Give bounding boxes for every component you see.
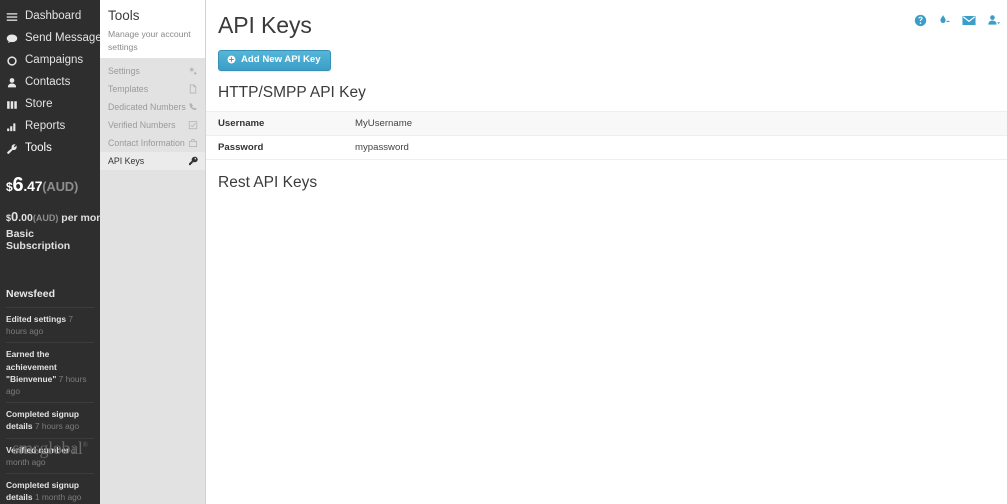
- sidebar-item-label: Send Message: [25, 32, 102, 45]
- primary-nav: Dashboard Send Message Campaigns Contact…: [0, 0, 102, 160]
- newsfeed-item-time: 7 hours ago: [34, 421, 80, 432]
- check-square-icon: [188, 120, 198, 130]
- tools-subpanel: Tools Manage your account settings Setti…: [100, 0, 206, 504]
- columns-icon: [6, 99, 18, 111]
- subpanel-item-label: Verified Numbers: [108, 120, 176, 130]
- subpanel-header: Tools Manage your account settings: [100, 0, 205, 58]
- subpanel-item-contact-information[interactable]: Contact Information: [100, 134, 205, 152]
- subpanel-item-label: Templates: [108, 84, 149, 94]
- subpanel-description: Manage your account settings: [108, 29, 191, 52]
- newsfeed-item-text: Edited settings: [6, 314, 67, 324]
- sidebar-item-label: Dashboard: [25, 10, 82, 23]
- sidebar-item-tools[interactable]: Tools: [0, 138, 100, 160]
- newsfeed-item: Edited settings 7 hours ago: [6, 307, 94, 342]
- credential-value: MyUsername: [355, 117, 413, 129]
- http-smpp-section-title: HTTP/SMPP API Key: [218, 83, 366, 101]
- droplet-icon[interactable]: [938, 14, 951, 27]
- subscription-cost: $0.00(AUD) per month: [6, 209, 113, 224]
- phone-icon: [188, 102, 198, 112]
- top-icon-bar: [914, 14, 1001, 27]
- subpanel-item-label: Settings: [108, 66, 140, 76]
- sidebar-item-label: Store: [25, 98, 53, 111]
- account-balance-block: $6.47(AUD) $0.00(AUD) per month Basic Su…: [0, 160, 113, 252]
- sidebar-item-campaigns[interactable]: Campaigns: [0, 50, 100, 72]
- subpanel-title: Tools: [108, 8, 140, 23]
- subpanel-item-label: Dedicated Numbers: [108, 102, 186, 112]
- newsfeed-item: Completed signup details 7 hours ago: [6, 402, 94, 437]
- subscription-plan-name: Basic Subscription: [6, 228, 71, 252]
- gears-icon: [188, 66, 198, 76]
- subpanel-item-label: Contact Information: [108, 138, 185, 148]
- rest-api-keys-section-title: Rest API Keys: [218, 173, 318, 191]
- subpanel-menu: Settings Templates Dedicated Numbers Ver…: [100, 58, 205, 170]
- plus-circle-icon: [227, 55, 236, 64]
- subpanel-item-dedicated-numbers[interactable]: Dedicated Numbers: [100, 98, 205, 116]
- app-root: Dashboard Send Message Campaigns Contact…: [0, 0, 1007, 504]
- credentials-table: Username MyUsername Password mypassword: [206, 111, 1007, 160]
- account-balance: $6.47(AUD): [6, 174, 94, 197]
- envelope-icon[interactable]: [962, 14, 976, 27]
- sidebar-item-label: Contacts: [25, 76, 71, 89]
- sidebar-item-label: Reports: [25, 120, 66, 133]
- briefcase-icon: [188, 138, 198, 148]
- help-icon[interactable]: [914, 14, 927, 27]
- table-row: Username MyUsername: [206, 111, 1007, 136]
- balance-whole: 6: [12, 174, 24, 196]
- circle-icon: [6, 55, 18, 67]
- subpanel-item-api-keys[interactable]: API Keys: [100, 152, 205, 170]
- newsfeed-item: Earned the achievement "Bienvenue" 7 hou…: [6, 342, 94, 402]
- comment-icon: [6, 33, 18, 45]
- sidebar-item-label: Campaigns: [25, 54, 84, 67]
- balance-currency-code: (AUD): [42, 179, 79, 194]
- user-icon: [6, 77, 18, 89]
- sidebar-item-dashboard[interactable]: Dashboard: [0, 6, 100, 28]
- balance-cents: .47: [23, 178, 43, 194]
- key-icon: [188, 156, 198, 166]
- page-title: API Keys: [218, 12, 312, 38]
- smsglobal-logo: smsglobal®: [0, 438, 100, 459]
- newsfeed: Newsfeed Edited settings 7 hours ago Ear…: [0, 288, 100, 504]
- subpanel-item-settings[interactable]: Settings: [100, 62, 205, 80]
- bar-chart-icon: [6, 121, 18, 133]
- sidebar-item-label: Tools: [25, 142, 52, 155]
- sidebar-item-send-message[interactable]: Send Message: [0, 28, 102, 50]
- subpanel-item-label: API Keys: [108, 156, 145, 166]
- sidebar-item-reports[interactable]: Reports: [0, 116, 100, 138]
- subpanel-item-templates[interactable]: Templates: [100, 80, 205, 98]
- user-menu-icon[interactable]: [987, 14, 1001, 27]
- subscription-cents: .00: [18, 212, 33, 224]
- newsfeed-item-time: 1 month ago: [34, 492, 82, 503]
- subscription-currency-code: (AUD): [32, 213, 59, 223]
- newsfeed-item-text: Earned the achievement "Bienvenue": [6, 349, 57, 384]
- newsfeed-title: Newsfeed: [6, 288, 56, 300]
- left-sidebar: Dashboard Send Message Campaigns Contact…: [0, 0, 113, 504]
- list-icon: [6, 11, 18, 23]
- credential-key: Username: [218, 117, 265, 129]
- main-content: API Keys Add New API Key HTTP/SMPP API K…: [206, 0, 1007, 504]
- add-new-api-key-button[interactable]: Add New API Key: [218, 50, 331, 71]
- action-row: Add New API Key: [206, 39, 1007, 71]
- credential-key: Password: [218, 141, 264, 153]
- newsfeed-item: Completed signup details 1 month ago: [6, 472, 94, 504]
- wrench-icon: [6, 143, 18, 155]
- brand-text: smsglobal: [12, 438, 83, 458]
- sidebar-item-contacts[interactable]: Contacts: [0, 72, 100, 94]
- sidebar-item-store[interactable]: Store: [0, 94, 100, 116]
- file-icon: [188, 84, 198, 94]
- brand-registered-mark: ®: [82, 441, 88, 449]
- subpanel-item-verified-numbers[interactable]: Verified Numbers: [100, 116, 205, 134]
- add-new-api-key-label: Add New API Key: [241, 54, 321, 65]
- table-row: Password mypassword: [206, 135, 1007, 160]
- credential-value: mypassword: [355, 141, 409, 153]
